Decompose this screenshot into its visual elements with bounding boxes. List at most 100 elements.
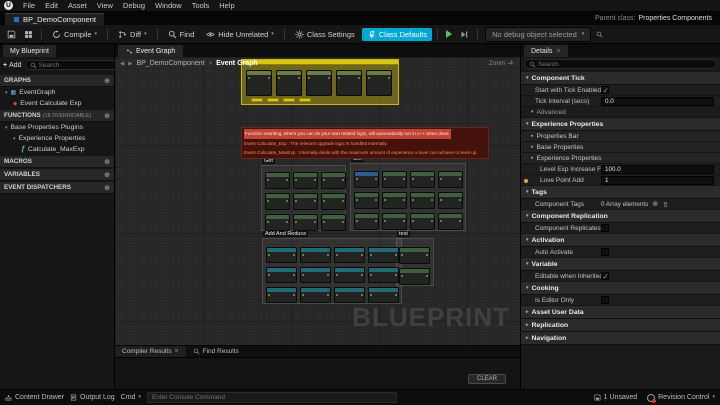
sidebar-section-functions[interactable]: FUNCTIONS (18 OVERRIDABLE) ⊕ <box>0 110 114 122</box>
menu-help[interactable]: Help <box>214 1 239 10</box>
debug-object-dropdown[interactable]: No debug object selected ▾ <box>485 26 592 42</box>
sidebar-section-graphs[interactable]: GRAPHS ⊕ <box>0 75 114 87</box>
diff-button[interactable]: Diff ▾ <box>113 28 152 41</box>
graph-note-comment[interactable]: Function rewriting, where you can do you… <box>241 127 489 159</box>
menu-tools[interactable]: Tools <box>187 1 215 10</box>
graph-node[interactable] <box>265 172 290 189</box>
graph-node[interactable] <box>334 247 365 263</box>
details-section-component-tick[interactable]: ▾ Component Tick <box>521 72 720 85</box>
tab-compiler-results[interactable]: Compiler Results × <box>115 346 186 357</box>
graph-node[interactable] <box>306 70 332 96</box>
graph-node[interactable] <box>266 287 297 303</box>
compile-button[interactable]: Compile ▾ <box>47 28 102 41</box>
graph-node[interactable] <box>399 268 430 285</box>
unreal-logo-icon[interactable]: U <box>4 1 13 10</box>
details-section-experience-properties[interactable]: ▾ Experience Properties <box>521 118 720 131</box>
details-category-properties-bar[interactable]: ▸ Properties Bar <box>521 131 720 142</box>
details-section-cooking[interactable]: ▾ Cooking <box>521 282 720 295</box>
tab-my-blueprint[interactable]: My Blueprint <box>3 45 56 57</box>
add-icon[interactable]: ⊕ <box>104 171 110 179</box>
add-icon[interactable]: ⊕ <box>104 184 110 192</box>
field-tick-interval-secs[interactable]: 0.0 <box>601 96 714 106</box>
graph-node[interactable] <box>321 214 346 231</box>
parent-class-link[interactable]: Properties Components <box>638 15 712 22</box>
graph-pill[interactable] <box>299 98 311 102</box>
comment-header[interactable] <box>242 60 398 65</box>
find-button[interactable]: Find <box>163 28 200 41</box>
chevron-down-icon[interactable]: ▾ <box>5 125 8 131</box>
graph-node[interactable] <box>265 193 290 210</box>
cmd-dropdown[interactable]: Cmd ▾ <box>121 394 141 401</box>
field-love-point-add[interactable]: 1 <box>601 175 714 185</box>
graph-node[interactable] <box>300 267 331 283</box>
breadcrumb-root[interactable]: BP_DemoComponent <box>136 60 204 67</box>
graph-node[interactable] <box>410 213 435 230</box>
debug-filter-icon[interactable] <box>593 31 606 38</box>
graph-node[interactable] <box>438 192 463 209</box>
details-section-navigation[interactable]: ▸ Navigation <box>521 332 720 345</box>
comment-title[interactable]: Add And Reduce <box>263 231 309 237</box>
sidebar-section-macros[interactable]: MACROS ⊕ <box>0 156 114 168</box>
graph-node[interactable] <box>300 287 331 303</box>
asset-tab[interactable]: BP_DemoComponent <box>5 13 104 25</box>
class-settings-button[interactable]: Class Settings <box>290 28 360 41</box>
close-icon[interactable]: × <box>175 348 179 355</box>
graph-node[interactable] <box>354 192 379 209</box>
graph-node[interactable] <box>382 171 407 188</box>
graph-node[interactable] <box>293 193 318 210</box>
content-drawer-button[interactable]: Content Drawer <box>5 394 64 401</box>
details-section-asset-user-data[interactable]: ▸ Asset User Data <box>521 306 720 319</box>
graph-node[interactable] <box>382 192 407 209</box>
menu-asset[interactable]: Asset <box>63 1 92 10</box>
graph-node[interactable] <box>336 70 362 96</box>
menu-window[interactable]: Window <box>150 1 187 10</box>
checkbox-auto-activate[interactable] <box>601 248 609 256</box>
tab-event-graph[interactable]: Event Graph <box>118 45 184 57</box>
chevron-down-icon[interactable]: ▾ <box>5 90 8 96</box>
graph-node[interactable] <box>334 267 365 283</box>
graph-node[interactable] <box>293 214 318 231</box>
graph-node[interactable] <box>410 171 435 188</box>
checkbox-component-replicates[interactable] <box>601 224 609 232</box>
chevron-down-icon[interactable]: ▾ <box>144 31 147 37</box>
details-search-input[interactable] <box>538 60 712 68</box>
class-defaults-button[interactable]: Class Defaults <box>361 27 433 41</box>
save-icon[interactable] <box>4 30 19 39</box>
add-icon[interactable]: ⊕ <box>104 77 110 85</box>
sidebar-item-experience-properties[interactable]: ▾ Experience Properties <box>0 133 114 144</box>
graph-pill[interactable] <box>251 98 263 102</box>
details-section-variable[interactable]: ▾ Variable <box>521 258 720 271</box>
tab-details[interactable]: Details × <box>524 45 568 57</box>
play-button[interactable] <box>443 30 455 38</box>
sidebar-section-event-dispatchers[interactable]: EVENT DISPATCHERS ⊕ <box>0 182 114 194</box>
add-icon[interactable]: ⊕ <box>104 112 110 120</box>
add-element-icon[interactable]: ⊕ <box>652 200 658 208</box>
graph-node[interactable] <box>368 287 399 303</box>
details-section-activation[interactable]: ▾ Activation <box>521 234 720 247</box>
field-level-exp-increase-factor[interactable]: 100.0 <box>601 164 714 174</box>
details-category-base-properties[interactable]: ▸ Base Properties <box>521 142 720 153</box>
details-category-experience-properties[interactable]: ▸ Experience Properties <box>521 153 720 164</box>
details-section-tags[interactable]: ▾ Tags <box>521 186 720 199</box>
unsaved-indicator[interactable]: 1 Unsaved <box>594 394 637 401</box>
graph-node[interactable] <box>266 267 297 283</box>
graph-pill[interactable] <box>267 98 279 102</box>
clear-button[interactable]: CLEAR <box>467 374 506 384</box>
chevron-down-icon[interactable]: ▾ <box>13 136 16 142</box>
back-icon[interactable]: ◀ <box>120 61 124 67</box>
graph-node[interactable] <box>438 171 463 188</box>
graph-node[interactable] <box>276 70 302 96</box>
graph-node[interactable] <box>265 214 290 231</box>
menu-debug[interactable]: Debug <box>118 1 150 10</box>
menu-edit[interactable]: Edit <box>40 1 63 10</box>
details-section-replication[interactable]: ▸ Replication <box>521 319 720 332</box>
graph-node[interactable] <box>321 172 346 189</box>
graph-node[interactable] <box>293 172 318 189</box>
console-command-input[interactable] <box>151 394 392 401</box>
comment-title[interactable]: test <box>397 231 410 237</box>
hide-unrelated-button[interactable]: Hide Unrelated ▾ <box>201 28 279 41</box>
graph-node[interactable] <box>300 247 331 263</box>
console-command-box[interactable] <box>146 392 397 403</box>
graph-pill[interactable] <box>283 98 295 102</box>
sidebar-item-base-properties-plugins[interactable]: ▾ Base Properties Plugins <box>0 122 114 133</box>
